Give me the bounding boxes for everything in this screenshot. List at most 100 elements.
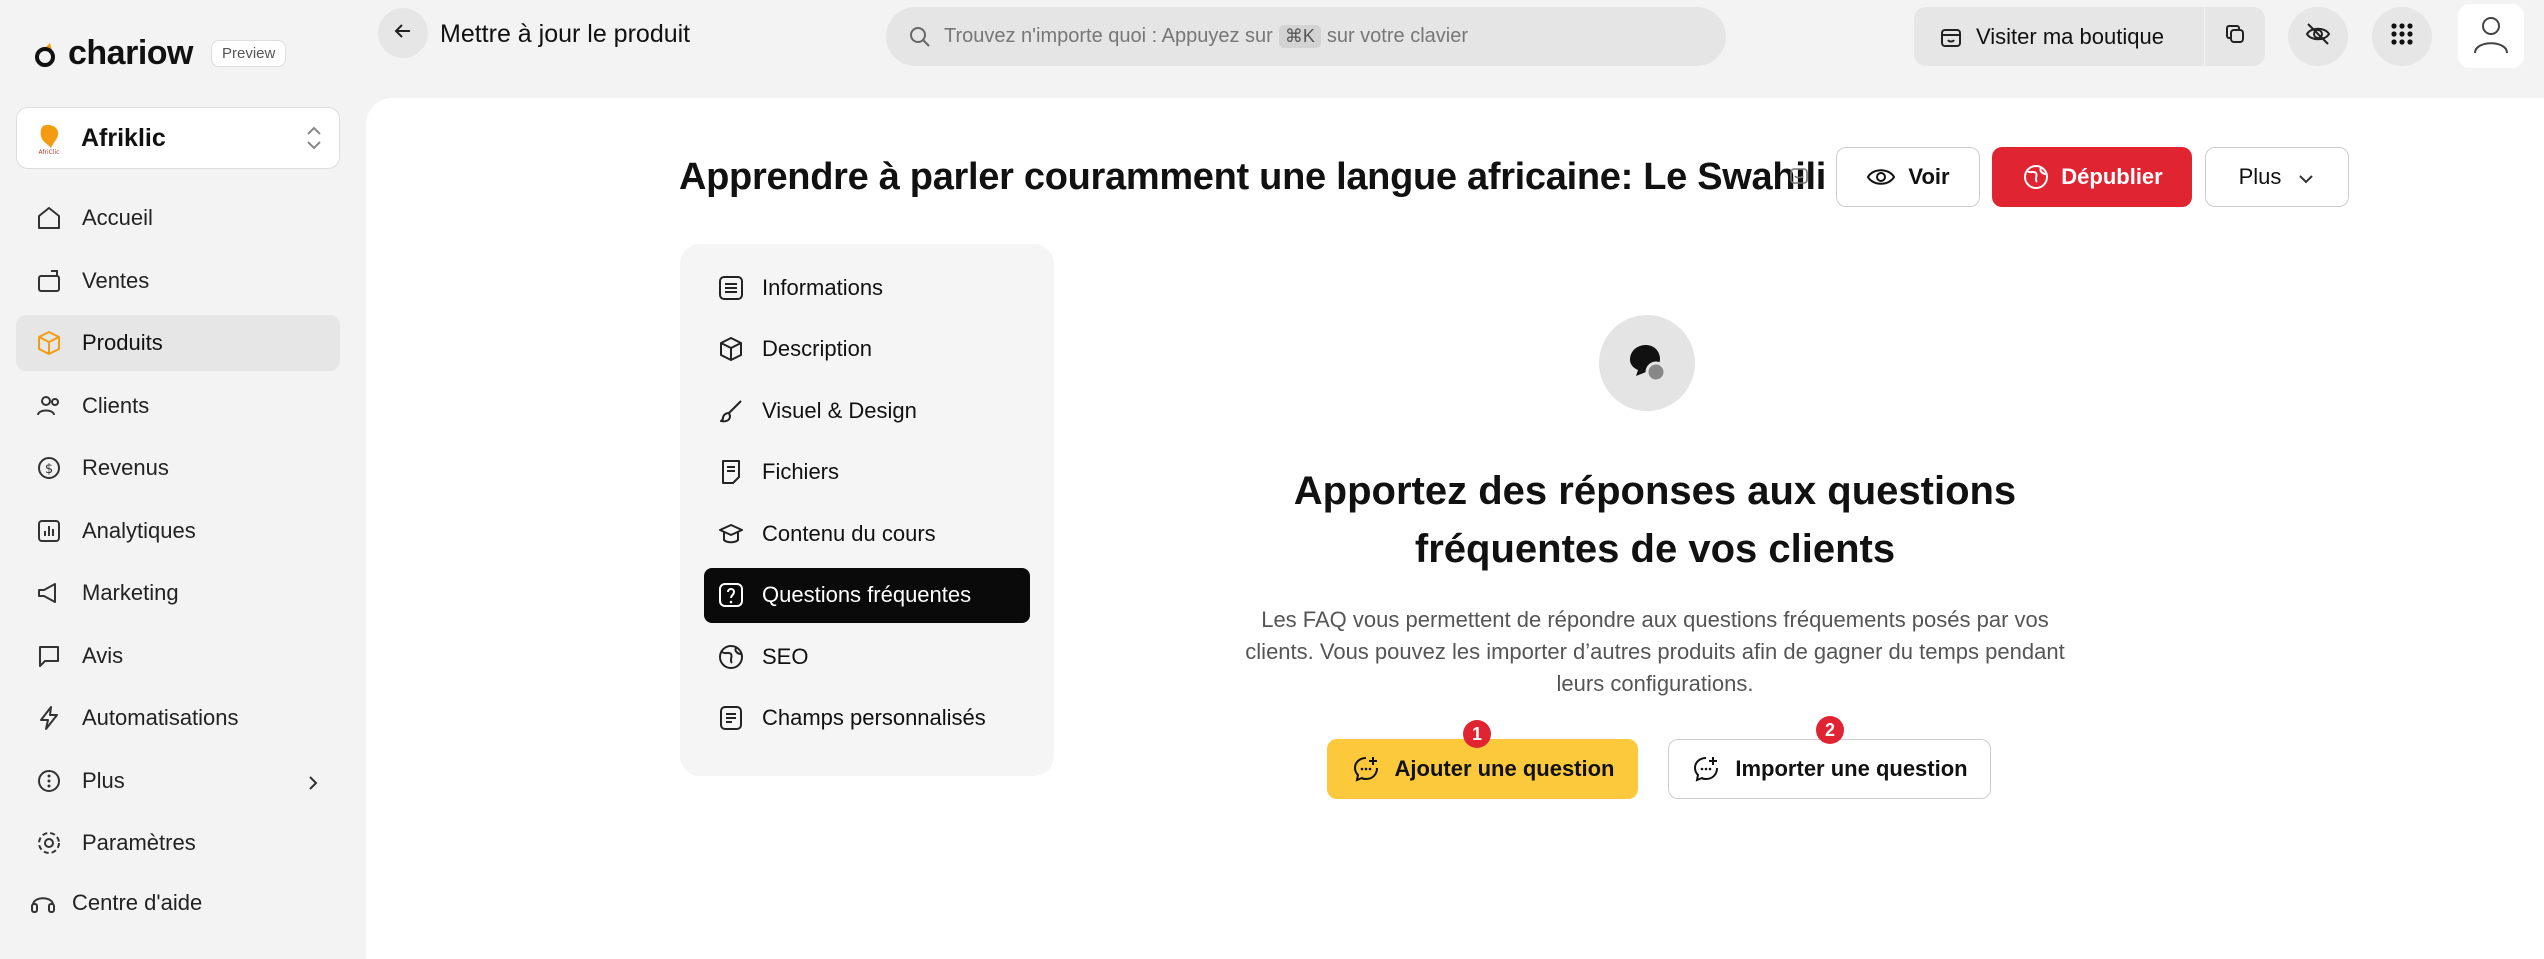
- search-placeholder-suffix: sur votre clavier: [1326, 25, 1468, 47]
- sidebar-item-ventes[interactable]: Ventes: [16, 253, 340, 309]
- visit-store-label: Visiter ma boutique: [1976, 23, 2164, 49]
- faq-description: Les FAQ vous permettent de répondre aux …: [1230, 604, 2080, 700]
- import-question-label: Importer une question: [1735, 756, 1968, 781]
- view-product-button[interactable]: Voir: [1836, 147, 1980, 207]
- chevron-down-icon: [2297, 168, 2315, 186]
- sidebar-item-label: Analytiques: [82, 517, 196, 543]
- eye-icon: [1866, 166, 1896, 188]
- course-icon: [716, 519, 746, 549]
- brand-logo[interactable]: chariow Preview: [32, 34, 287, 73]
- chevron-right-icon: [304, 772, 322, 790]
- chart-icon: [34, 516, 64, 546]
- store-selector[interactable]: AfriClic Afriklic: [16, 107, 340, 169]
- sidebar: chariow Preview AfriClic Afriklic Accuei…: [0, 0, 356, 959]
- sidebar-item-label: Revenus: [82, 455, 169, 480]
- sidebar-item-label: Ventes: [82, 267, 150, 293]
- svg-text:$: $: [45, 462, 53, 477]
- globe-icon: [716, 642, 746, 672]
- sidebar-item-label: Accueil: [82, 205, 153, 230]
- globe-off-icon: [2021, 162, 2051, 192]
- unpublish-label: Dépublier: [2061, 164, 2163, 189]
- tab-champs-personnalises[interactable]: Champs personnalisés: [704, 691, 1030, 746]
- step-badge: 2: [1816, 716, 1844, 744]
- sidebar-item-accueil[interactable]: Accueil: [16, 190, 340, 246]
- users-icon: [34, 391, 64, 421]
- visit-store-button[interactable]: Visiter ma boutique: [1914, 7, 2204, 66]
- tab-label: Contenu du cours: [762, 520, 936, 546]
- faq-description-line: clients. Vous pouvez les importer d’autr…: [1245, 639, 2065, 664]
- view-product-label: Voir: [1908, 164, 1950, 189]
- gear-icon: [34, 828, 64, 858]
- sidebar-item-label: Clients: [82, 392, 150, 418]
- more-icon: [34, 766, 64, 796]
- tab-visuel-design[interactable]: Visuel & Design: [704, 383, 1030, 438]
- add-chat-icon: [1351, 754, 1381, 784]
- search-bar[interactable]: Trouvez n'importe quoi : Appuyez sur ⌘K …: [886, 7, 1726, 66]
- app-root: chariow Preview AfriClic Afriklic Accuei…: [0, 0, 2544, 959]
- preview-badge: Preview: [210, 40, 287, 67]
- arrow-left-icon: [392, 20, 414, 47]
- back-button[interactable]: [378, 8, 428, 58]
- sidebar-item-revenus[interactable]: $ Revenus: [16, 440, 340, 496]
- file-icon: [716, 457, 746, 487]
- tab-label: Fichiers: [762, 459, 840, 484]
- import-question-button[interactable]: Importer une question: [1668, 739, 1991, 799]
- sidebar-item-produits[interactable]: Produits: [16, 315, 340, 371]
- tab-seo[interactable]: SEO: [704, 629, 1030, 684]
- help-center-link[interactable]: Centre d'aide: [28, 888, 202, 918]
- store-name: Afriklic: [81, 123, 166, 152]
- message-icon: [34, 641, 64, 671]
- unpublish-button[interactable]: Dépublier: [1992, 147, 2192, 207]
- search-placeholder-prefix: Trouvez n'importe quoi : Appuyez sur: [944, 25, 1273, 47]
- chariow-logo-icon: [32, 39, 62, 69]
- brand-name: chariow: [68, 34, 193, 72]
- add-question-button[interactable]: Ajouter une question: [1327, 739, 1638, 799]
- eye-off-icon: [2304, 20, 2332, 53]
- sidebar-item-clients[interactable]: Clients: [16, 378, 340, 434]
- sidebar-item-automatisations[interactable]: Automatisations: [16, 690, 340, 746]
- tab-fichiers[interactable]: Fichiers: [704, 445, 1030, 500]
- faq-description-line: leurs configurations.: [1556, 671, 1754, 696]
- copy-icon: [2223, 22, 2247, 51]
- tab-label: Visuel & Design: [762, 397, 917, 423]
- tab-questions-frequentes[interactable]: Questions fréquentes: [704, 567, 1030, 623]
- sidebar-item-parametres[interactable]: Paramètres: [16, 815, 340, 871]
- more-actions-dropdown[interactable]: Plus: [2205, 147, 2349, 207]
- tab-description[interactable]: Description: [704, 322, 1030, 377]
- faq-heading-line: fréquentes de vos clients: [1414, 527, 1896, 571]
- list-icon: [716, 273, 746, 303]
- help-center-label: Centre d'aide: [72, 890, 203, 915]
- brush-icon: [716, 396, 746, 426]
- apps-grid-button[interactable]: [2372, 7, 2432, 66]
- sidebar-item-plus[interactable]: Plus: [16, 753, 340, 809]
- faq-chat-icon: [1599, 315, 1695, 411]
- tab-label: Description: [762, 336, 873, 361]
- sidebar-item-analytiques[interactable]: Analytiques: [16, 503, 340, 559]
- bolt-icon: [34, 703, 64, 733]
- tab-informations[interactable]: Informations: [704, 260, 1030, 315]
- user-menu-button[interactable]: [2458, 4, 2524, 68]
- search-shortcut-key: ⌘K: [1278, 25, 1321, 48]
- sales-icon: [34, 266, 64, 296]
- hide-preview-button[interactable]: [2288, 7, 2348, 66]
- product-tabs: Informations Description Visuel & Design…: [680, 244, 1054, 776]
- svg-text:AfriClic: AfriClic: [39, 149, 60, 156]
- step-badge: 1: [1463, 720, 1491, 748]
- sidebar-item-marketing[interactable]: Marketing: [16, 565, 340, 621]
- add-chat-icon: [1691, 754, 1721, 784]
- box-icon: [34, 328, 64, 358]
- tab-label: Questions fréquentes: [762, 582, 972, 607]
- megaphone-icon: [34, 578, 64, 608]
- sidebar-item-avis[interactable]: Avis: [16, 628, 340, 684]
- copy-link-button[interactable]: [2205, 7, 2265, 66]
- product-title: Apprendre à parler couramment une langue…: [679, 156, 1827, 198]
- tab-label: Champs personnalisés: [762, 705, 986, 730]
- tab-contenu-cours[interactable]: Contenu du cours: [704, 506, 1030, 561]
- fields-icon: [716, 703, 746, 733]
- grid-icon: [2389, 21, 2415, 52]
- search-icon: [908, 25, 932, 49]
- sidebar-item-label: Plus: [82, 767, 125, 793]
- add-question-label: Ajouter une question: [1394, 756, 1615, 781]
- tab-label: Informations: [762, 274, 884, 300]
- home-icon: [34, 203, 64, 233]
